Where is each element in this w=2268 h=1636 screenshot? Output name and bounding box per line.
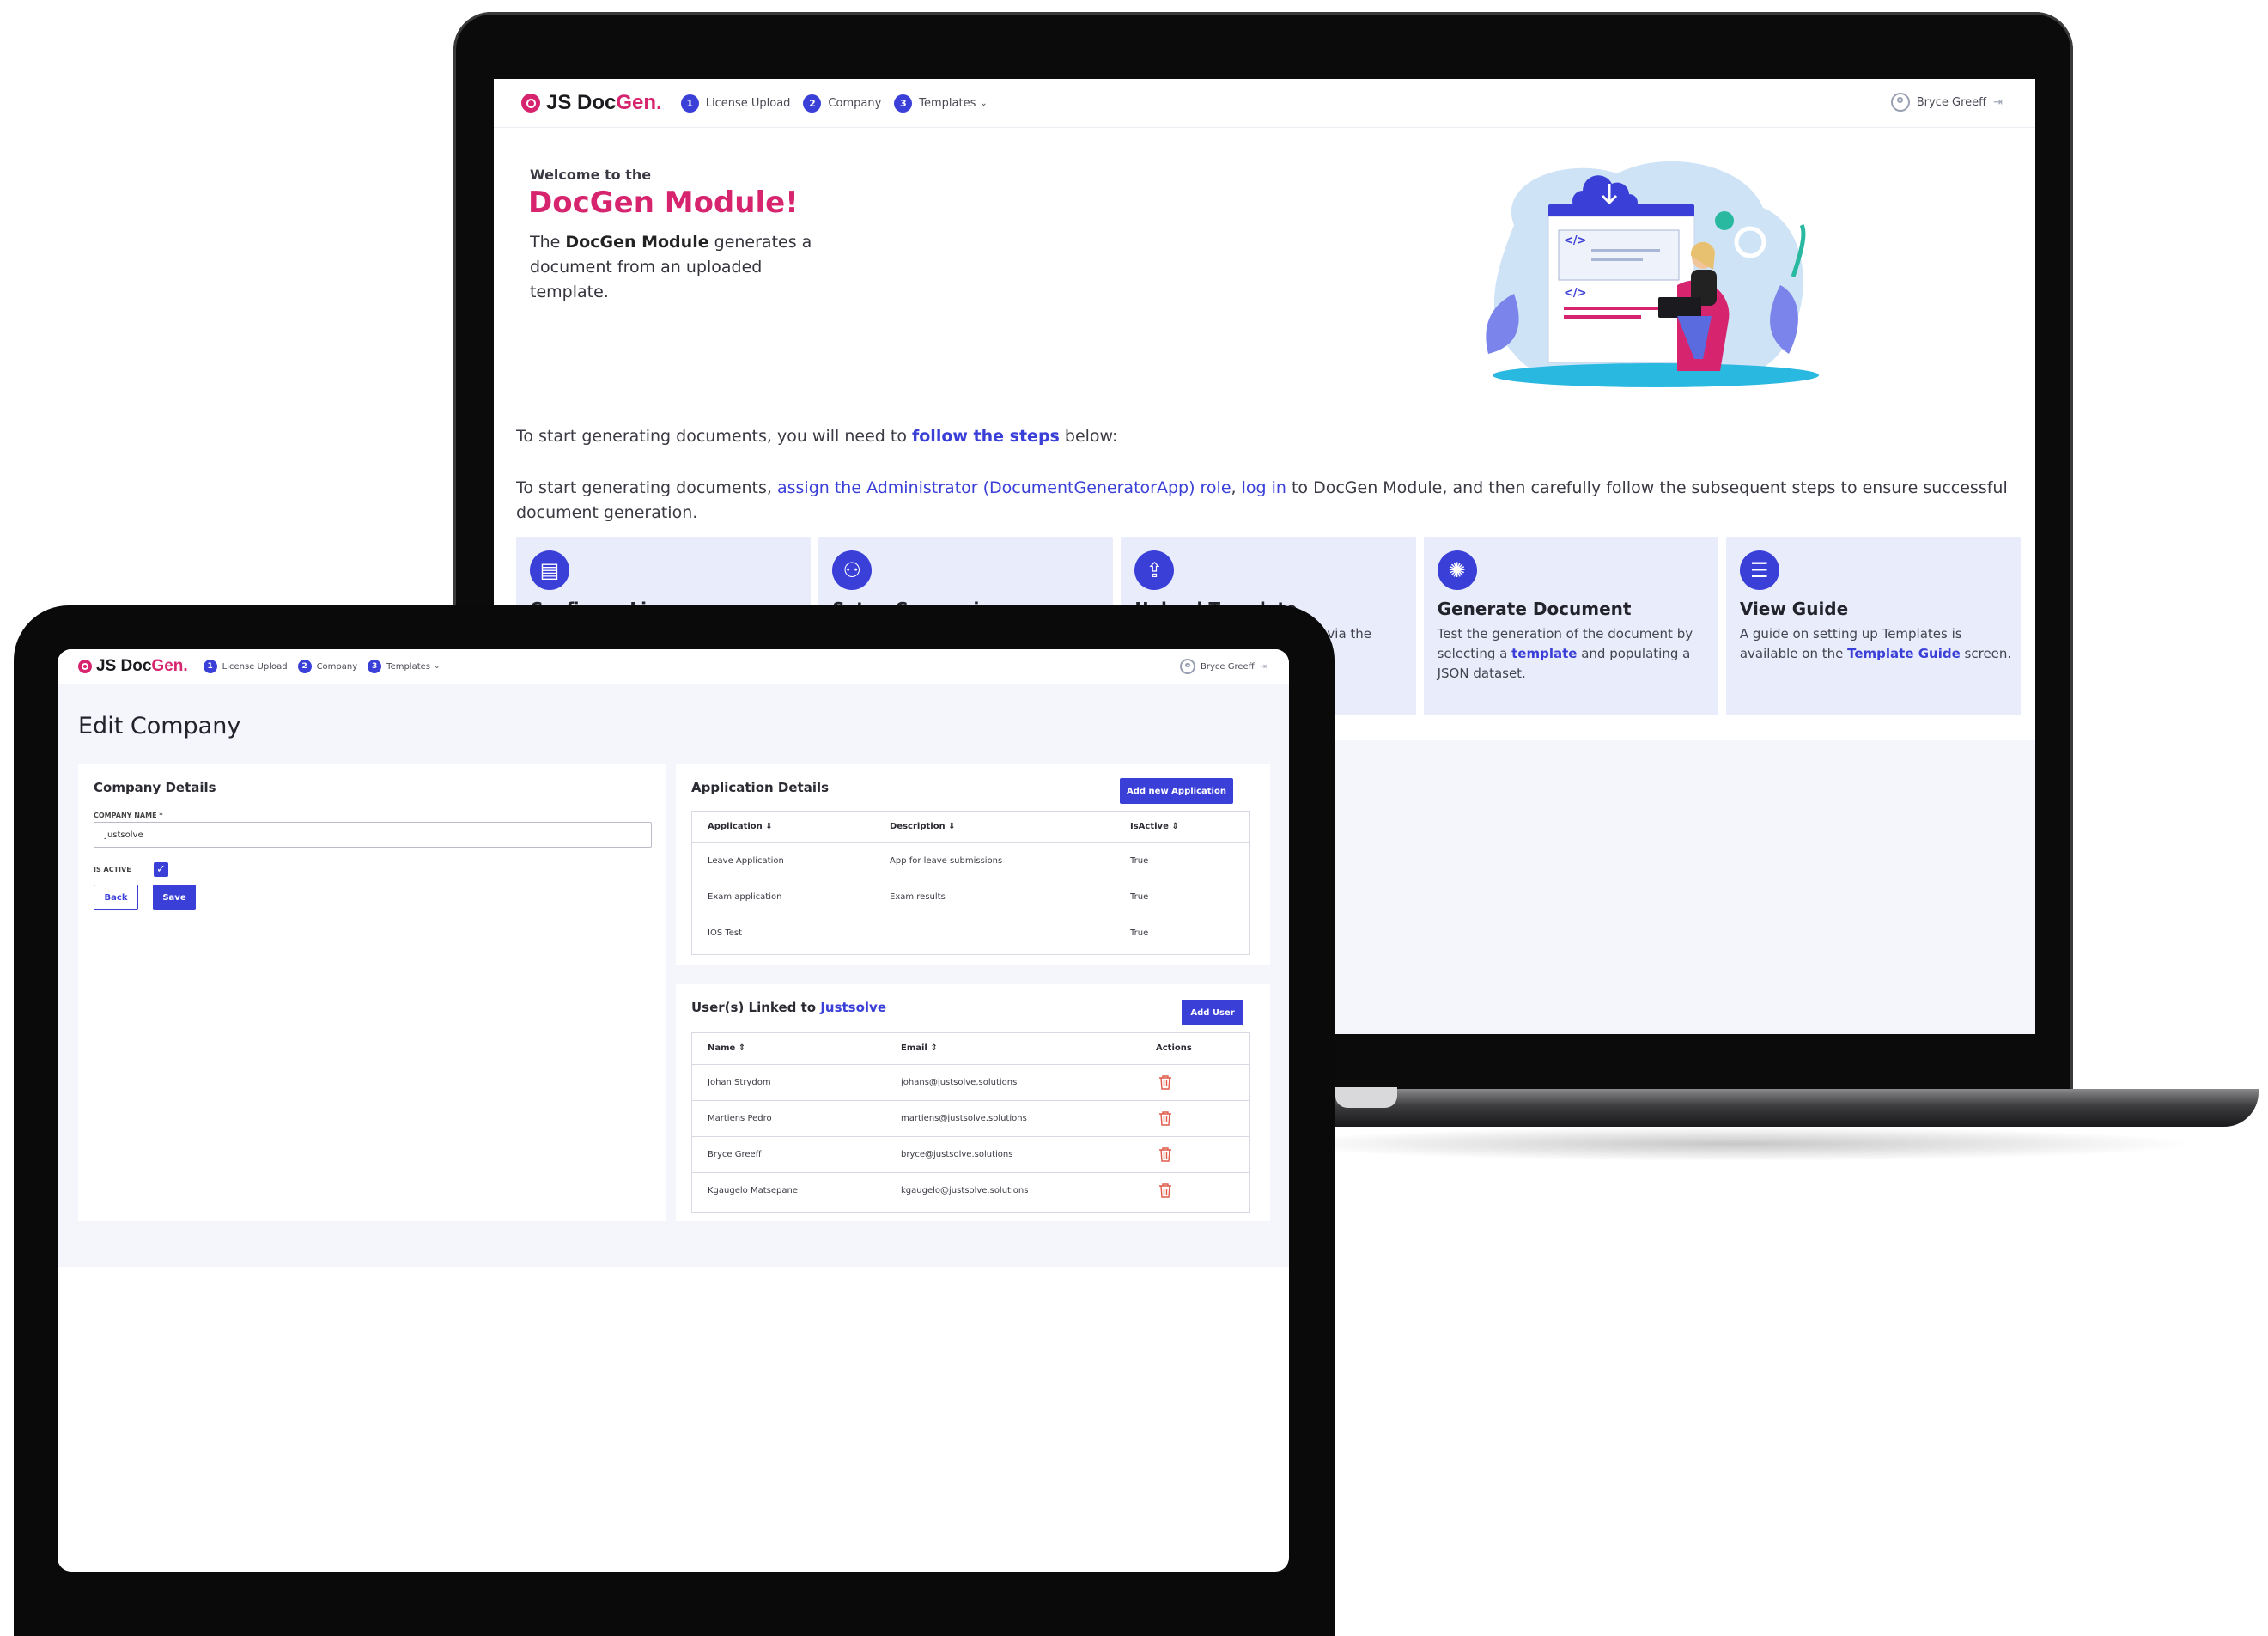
nav-step-license-upload[interactable]: 1 License Upload [680, 94, 790, 113]
follow-steps-link[interactable]: follow the steps [912, 427, 1060, 446]
card-view-guide[interactable]: ☰ View Guide A guide on setting up Templ… [1725, 537, 2022, 715]
nav-step-company[interactable]: 2 Company [803, 94, 881, 113]
upload-icon: ⇪ [1134, 550, 1175, 590]
document-icon: ▤ [530, 550, 569, 590]
applications-table: Application ⇕ Description ⇕ IsActive ⇕ L… [691, 811, 1250, 955]
trash-icon[interactable] [1158, 1074, 1172, 1090]
logout-icon[interactable]: ⇥ [1260, 662, 1267, 672]
table-row: Bryce Greeff bryce@justsolve.solutions [692, 1136, 1249, 1173]
brand-logo[interactable]: JS Doc Gen. [521, 91, 662, 115]
svg-text:</>: </> [1564, 287, 1587, 300]
company-link[interactable]: Justsolve [820, 1000, 886, 1015]
page-title: Edit Company [78, 713, 241, 739]
table-row: Johan Strydom johans@justsolve.solutions [692, 1064, 1249, 1101]
tablet-screen: JS Doc Gen. 1 License Upload 2 Company 3 … [58, 649, 1289, 1572]
save-button[interactable]: Save [153, 885, 196, 910]
application-link[interactable]: Exam application [708, 892, 781, 902]
company-name-input[interactable]: Justsolve [94, 822, 652, 848]
intro-text: To start generating documents, you will … [516, 427, 1118, 446]
linked-users-title: User(s) Linked to Justsolve [691, 1000, 887, 1015]
company-details-title: Company Details [94, 780, 216, 795]
application-link[interactable]: Leave Application [708, 856, 784, 866]
card-generate-document[interactable]: ✺ Generate Document Test the generation … [1423, 537, 1718, 715]
welcome-title: DocGen Module! [528, 185, 799, 220]
trash-icon[interactable] [1158, 1146, 1172, 1162]
nav-step-company[interactable]: 2 Company [297, 660, 357, 673]
column-header-application[interactable]: Application ⇕ [708, 822, 773, 831]
linked-users-table: Name ⇕ Email ⇕ Actions Johan Strydom joh… [691, 1032, 1250, 1213]
is-active-label: IS ACTIVE [94, 866, 131, 873]
nav-step-license-upload[interactable]: 1 License Upload [203, 660, 288, 673]
svg-text:</>: </> [1564, 234, 1587, 247]
table-row: Exam application Exam results True [692, 879, 1249, 915]
add-user-button[interactable]: Add User [1182, 1000, 1243, 1025]
list-icon: ☰ [1739, 550, 1779, 590]
brand-icon [78, 660, 92, 673]
top-navbar: JS Doc Gen. 1 License Upload 2 Company 3 … [58, 649, 1289, 684]
instructions-text: To start generating documents, assign th… [516, 478, 2008, 522]
column-header-name[interactable]: Name ⇕ [708, 1043, 745, 1053]
developer-illustration-image: </> </> [1486, 161, 1819, 387]
application-link[interactable]: IOS Test [708, 928, 742, 938]
column-header-description[interactable]: Description ⇕ [890, 822, 956, 831]
company-name-label: COMPANY NAME * [94, 812, 163, 819]
company-details-panel: Company Details COMPANY NAME * Justsolve… [78, 764, 666, 1221]
add-new-application-button[interactable]: Add new Application [1120, 778, 1233, 804]
trash-icon[interactable] [1158, 1183, 1172, 1198]
laptop-shadow [1271, 1127, 2198, 1161]
table-row: Martiens Pedro martiens@justsolve.soluti… [692, 1100, 1249, 1137]
top-navbar: JS Doc Gen. 1 License Upload 2 Company 3 … [494, 79, 2035, 128]
chevron-down-icon: ⌄ [980, 98, 988, 108]
column-header-isactive[interactable]: IsActive ⇕ [1130, 822, 1179, 831]
brand-icon [521, 94, 540, 113]
welcome-subtitle: Welcome to the [530, 167, 652, 183]
trash-icon[interactable] [1158, 1110, 1172, 1126]
log-in-link[interactable]: log in [1242, 478, 1286, 497]
spinner-icon: ✺ [1437, 550, 1477, 590]
linked-users-panel: User(s) Linked to Justsolve Add User Nam… [676, 984, 1270, 1221]
chevron-down-icon: ⌄ [434, 662, 441, 671]
column-header-email[interactable]: Email ⇕ [901, 1043, 938, 1053]
user-menu[interactable]: Bryce Greeff ⇥ [1890, 93, 2003, 112]
avatar-icon [1180, 659, 1196, 674]
assign-role-link[interactable]: assign the Administrator (DocumentGenera… [777, 478, 1231, 497]
table-row: Leave Application App for leave submissi… [692, 842, 1249, 879]
column-header-actions: Actions [1156, 1043, 1192, 1053]
laptop-base [1245, 1089, 2259, 1127]
users-icon: ⚇ [832, 550, 873, 590]
logout-icon[interactable]: ⇥ [1993, 96, 2003, 109]
template-guide-link[interactable]: Template Guide [1847, 646, 1961, 661]
table-row: IOS Test True [692, 915, 1249, 955]
application-details-title: Application Details [691, 780, 830, 795]
is-active-checkbox[interactable]: ✓ [154, 862, 168, 877]
application-details-panel: Application Details Add new Application … [676, 764, 1270, 965]
brand-logo[interactable]: JS Doc Gen. [78, 657, 188, 676]
user-menu[interactable]: Bryce Greeff ⇥ [1180, 659, 1267, 674]
back-button[interactable]: Back [94, 885, 138, 910]
nav-step-templates[interactable]: 3 Templates ⌄ [894, 94, 988, 113]
avatar-icon [1890, 93, 1910, 112]
welcome-description: The DocGen Module generates a document f… [530, 233, 812, 301]
template-link[interactable]: template [1511, 646, 1577, 661]
laptop-notch [1335, 1087, 1397, 1108]
table-row: Kgaugelo Matsepane kgaugelo@justsolve.so… [692, 1172, 1249, 1213]
nav-step-templates[interactable]: 3 Templates ⌄ [368, 660, 441, 673]
